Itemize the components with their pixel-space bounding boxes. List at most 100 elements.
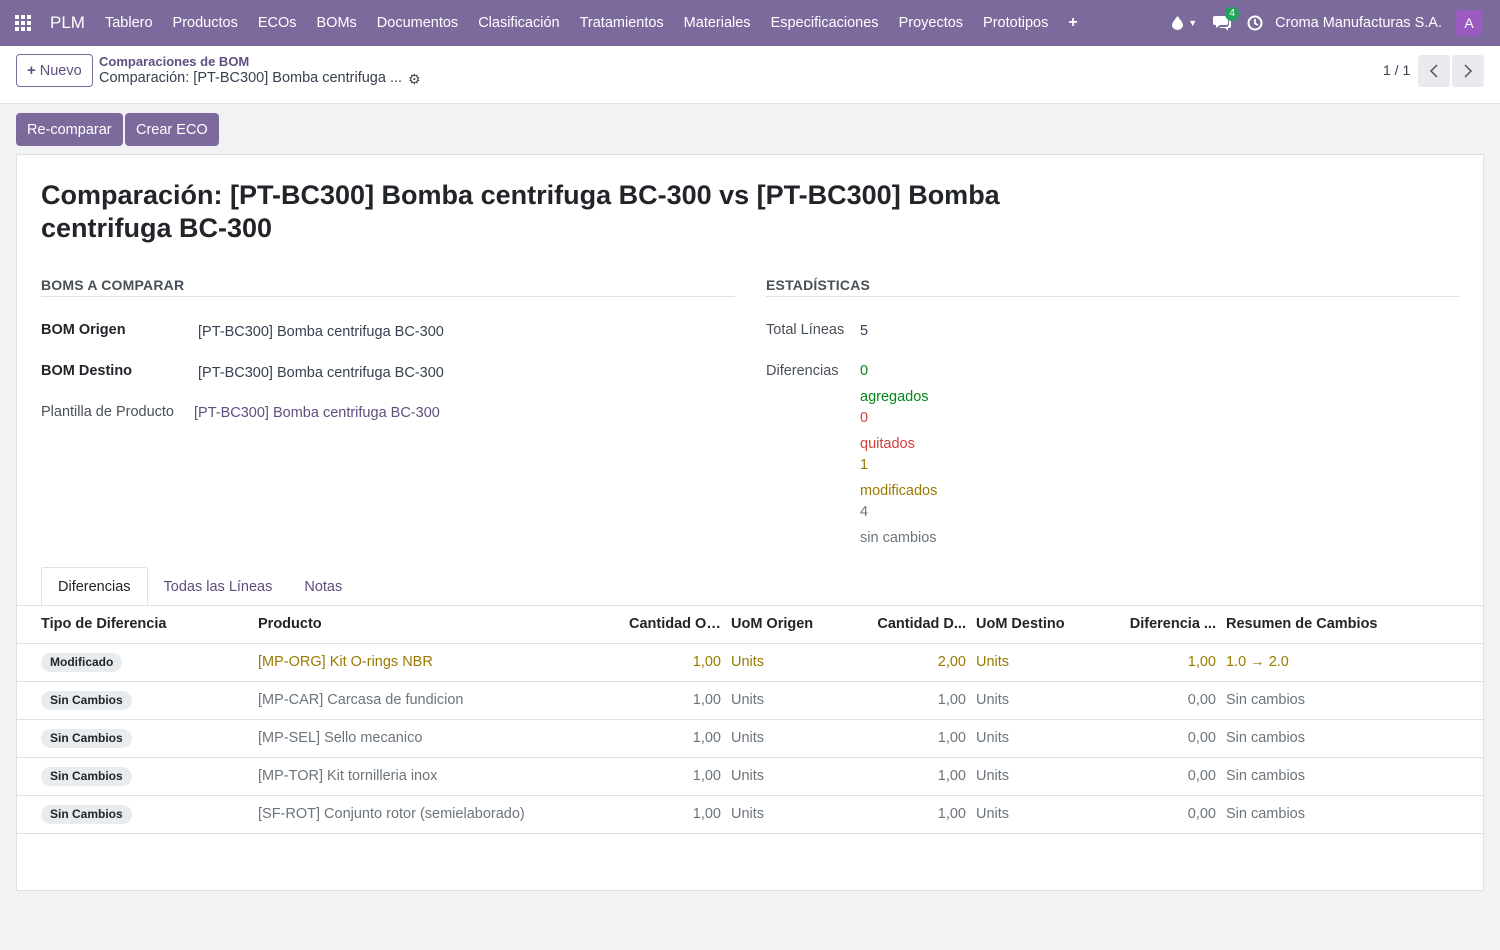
column-header[interactable]: UoM Destino	[971, 606, 1119, 644]
status-badge: Sin Cambios	[41, 728, 132, 748]
table-row[interactable]: Sin Cambios [MP-TOR] Kit tornilleria ino…	[17, 757, 1483, 796]
diferencias-label: Diferencias	[766, 363, 839, 379]
table-row[interactable]: Sin Cambios [MP-CAR] Carcasa de fundicio…	[17, 681, 1483, 720]
company-switcher[interactable]: Croma Manufacturas S.A.	[1275, 15, 1442, 31]
status-badge: Sin Cambios	[41, 804, 132, 824]
create-eco-button[interactable]: Crear ECO	[125, 113, 219, 146]
section-divider	[41, 296, 735, 297]
cell-resumen: 1.0 → 2.0	[1221, 643, 1483, 682]
menu-item-especificaciones[interactable]: Especificaciones	[761, 0, 889, 46]
new-button-label: Nuevo	[39, 62, 82, 79]
debug-drop-icon[interactable]: ▼	[1164, 16, 1205, 30]
bom-destino-label: BOM Destino	[41, 363, 133, 379]
cell-producto: [MP-TOR] Kit tornilleria inox	[253, 757, 624, 796]
unchanged-label: sin cambios	[860, 530, 937, 546]
section-title-stats: ESTADÍSTICAS	[766, 277, 871, 293]
column-header[interactable]: Tipo de Diferencia	[17, 606, 253, 644]
cell-diferencia: 0,00	[1119, 719, 1221, 758]
apps-menu-icon[interactable]	[0, 0, 46, 46]
control-panel: + Nuevo Comparaciones de BOM Comparación…	[0, 46, 1500, 104]
page-title-text: Comparación: [PT-BC300] Bomba centrifuga…	[41, 180, 1000, 243]
pager-previous-button[interactable]	[1418, 55, 1450, 87]
cell-cantidad-origen: 1,00	[624, 643, 726, 682]
tab-diferencias[interactable]: Diferencias	[41, 567, 148, 606]
unchanged-count: 4	[860, 504, 869, 520]
bom-origen-label: BOM Origen	[41, 322, 126, 338]
menu-item-tablero[interactable]: Tablero	[95, 0, 163, 46]
table-header-row: Tipo de Diferencia Producto Cantidad Or.…	[17, 606, 1483, 644]
column-header[interactable]: Cantidad D...	[869, 606, 971, 644]
menu-item-proyectos[interactable]: Proyectos	[889, 0, 973, 46]
cell-tipo: Modificado	[17, 643, 253, 682]
tab-todas-las-lineas[interactable]: Todas las Líneas	[148, 567, 289, 606]
add-menu-icon[interactable]: +	[1058, 14, 1087, 32]
pager-next-button[interactable]	[1452, 55, 1484, 87]
cell-cantidad-destino: 1,00	[869, 757, 971, 796]
column-header[interactable]: Cantidad Or...	[624, 606, 726, 644]
column-header[interactable]: UoM Origen	[726, 606, 869, 644]
plus-icon: +	[27, 62, 36, 79]
table-row[interactable]: Sin Cambios [MP-SEL] Sello mecanico 1,00…	[17, 719, 1483, 758]
cell-uom-origen: Units	[726, 795, 869, 834]
cell-uom-destino: Units	[971, 643, 1119, 682]
cell-cantidad-origen: 1,00	[624, 681, 726, 720]
cell-uom-origen: Units	[726, 719, 869, 758]
cell-resumen: Sin cambios	[1221, 795, 1483, 834]
column-header[interactable]: Resumen de Cambios	[1221, 606, 1483, 644]
cell-producto: [MP-CAR] Carcasa de fundicion	[253, 681, 624, 720]
activity-clock-icon[interactable]	[1239, 15, 1271, 31]
cell-cantidad-destino: 1,00	[869, 681, 971, 720]
menu-item-ecos[interactable]: ECOs	[248, 0, 307, 46]
chevron-down-icon: ▼	[1188, 18, 1198, 28]
cell-cantidad-origen: 1,00	[624, 795, 726, 834]
pager-value[interactable]: 1 / 1	[1383, 62, 1410, 78]
cell-tipo: Sin Cambios	[17, 719, 253, 758]
menu-item-clasificacion[interactable]: Clasificación	[468, 0, 569, 46]
page-title: Comparación: [PT-BC300] Bomba centrifuga…	[41, 179, 1021, 245]
status-badge: Modificado	[41, 652, 123, 672]
total-lineas-value: 5	[860, 323, 869, 339]
cell-uom-origen: Units	[726, 681, 869, 720]
cell-cantidad-destino: 2,00	[869, 643, 971, 682]
menu-item-documentos[interactable]: Documentos	[367, 0, 468, 46]
cell-resumen: Sin cambios	[1221, 681, 1483, 720]
cell-cantidad-destino: 1,00	[869, 795, 971, 834]
bom-destino-field[interactable]: [PT-BC300] Bomba centrifuga BC-300	[198, 365, 444, 381]
cell-uom-destino: Units	[971, 681, 1119, 720]
new-button[interactable]: + Nuevo	[16, 54, 93, 87]
cell-diferencia: 0,00	[1119, 681, 1221, 720]
cell-uom-destino: Units	[971, 757, 1119, 796]
app-brand[interactable]: PLM	[50, 13, 85, 33]
cell-resumen: Sin cambios	[1221, 757, 1483, 796]
cell-cantidad-destino: 1,00	[869, 719, 971, 758]
notebook-tabs: Diferencias Todas las Líneas Notas	[41, 567, 358, 606]
breadcrumb-current: Comparación: [PT-BC300] Bomba centrifuga…	[99, 70, 403, 86]
table-row[interactable]: Sin Cambios [SF-ROT] Conjunto rotor (sem…	[17, 795, 1483, 834]
menu-item-prototipos[interactable]: Prototipos	[973, 0, 1058, 46]
gear-icon[interactable]: ⚙	[408, 71, 421, 88]
chat-icon[interactable]: 4	[1205, 7, 1240, 31]
cell-producto: [MP-SEL] Sello mecanico	[253, 719, 624, 758]
cell-tipo: Sin Cambios	[17, 795, 253, 834]
cell-producto: [SF-ROT] Conjunto rotor (semielaborado)	[253, 795, 624, 834]
menu-item-boms[interactable]: BOMs	[307, 0, 367, 46]
menu-item-materiales[interactable]: Materiales	[674, 0, 761, 46]
cell-resumen: Sin cambios	[1221, 719, 1483, 758]
column-header[interactable]: Producto	[253, 606, 624, 644]
cell-diferencia: 1,00	[1119, 643, 1221, 682]
table-row[interactable]: Modificado [MP-ORG] Kit O-rings NBR 1,00…	[17, 643, 1483, 682]
plantilla-link[interactable]: [PT-BC300] Bomba centrifuga BC-300	[194, 405, 440, 421]
menu-item-tratamientos[interactable]: Tratamientos	[570, 0, 674, 46]
chevron-left-icon	[1429, 64, 1438, 78]
breadcrumb-parent[interactable]: Comparaciones de BOM	[99, 54, 249, 69]
status-badge: Sin Cambios	[41, 690, 132, 710]
cell-uom-destino: Units	[971, 719, 1119, 758]
menu-item-productos[interactable]: Productos	[163, 0, 248, 46]
user-avatar[interactable]: A	[1456, 10, 1482, 36]
bom-origen-field[interactable]: [PT-BC300] Bomba centrifuga BC-300	[198, 324, 444, 340]
navbar-systray: ▼ 4 Croma Manufacturas S.A. A	[1164, 0, 1500, 46]
column-header[interactable]: Diferencia ...	[1119, 606, 1221, 644]
status-badge: Sin Cambios	[41, 766, 132, 786]
recompare-button[interactable]: Re-comparar	[16, 113, 123, 146]
tab-notas[interactable]: Notas	[288, 567, 358, 606]
